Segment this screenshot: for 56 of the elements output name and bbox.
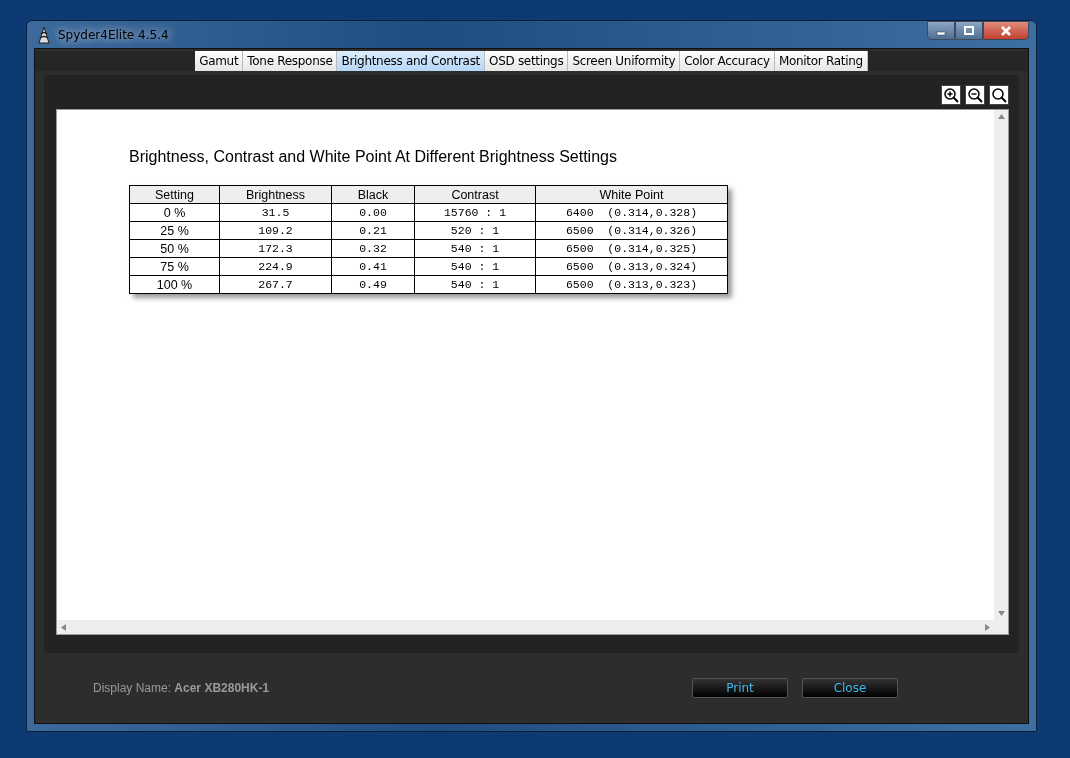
table-cell: 15760 : 1 xyxy=(414,203,536,222)
table-cell: 6500 (0.314,0.325) xyxy=(535,239,728,258)
zoom-fit-button[interactable] xyxy=(989,85,1009,105)
zoom-out-button[interactable] xyxy=(965,85,985,105)
footer-button[interactable]: Print xyxy=(692,678,788,698)
column-header: White Point xyxy=(535,185,728,204)
display-name-label: Display Name: Acer XB280HK-1 xyxy=(93,681,270,695)
column-header: Setting xyxy=(129,185,220,204)
table-cell: 224.9 xyxy=(219,257,332,276)
table-cell: 267.7 xyxy=(219,275,332,294)
column-header: Contrast xyxy=(414,185,536,204)
vertical-scrollbar[interactable] xyxy=(994,110,1008,620)
table-cell: 172.3 xyxy=(219,239,332,258)
table-cell: 0.32 xyxy=(331,239,415,258)
tab[interactable]: Color Accuracy xyxy=(680,51,775,71)
table-cell: 31.5 xyxy=(219,203,332,222)
table-cell: 520 : 1 xyxy=(414,221,536,240)
close-icon xyxy=(999,25,1013,36)
tab[interactable]: Monitor Rating xyxy=(774,51,868,71)
table-cell: 25 % xyxy=(129,221,220,240)
report-title: Brightness, Contrast and White Point At Different Brightness Settings xyxy=(129,148,618,166)
table-cell: 6500 (0.313,0.323) xyxy=(535,275,728,294)
tab[interactable]: Tone Response xyxy=(243,51,338,71)
scroll-right-icon[interactable] xyxy=(985,623,990,631)
maximize-icon xyxy=(963,25,975,36)
table-cell: 0.00 xyxy=(331,203,415,222)
maximize-button[interactable] xyxy=(955,21,983,40)
window-title: Spyder4Elite 4.5.4 xyxy=(58,27,169,42)
table-cell: 0 % xyxy=(129,203,220,222)
scroll-left-icon[interactable] xyxy=(61,623,66,631)
tab[interactable]: Brightness and Contrast xyxy=(337,51,485,71)
table-cell: 540 : 1 xyxy=(414,239,536,258)
table-cell: 6500 (0.314,0.326) xyxy=(535,221,728,240)
zoom-in-button[interactable] xyxy=(941,85,961,105)
scroll-up-icon[interactable] xyxy=(997,114,1005,119)
table-cell: 50 % xyxy=(129,239,220,258)
column-header: Brightness xyxy=(219,185,332,204)
table-cell: 540 : 1 xyxy=(414,257,536,276)
table-cell: 0.41 xyxy=(331,257,415,276)
scroll-down-icon[interactable] xyxy=(997,611,1005,616)
table-cell: 540 : 1 xyxy=(414,275,536,294)
table-cell: 0.21 xyxy=(331,221,415,240)
table-cell: 109.2 xyxy=(219,221,332,240)
tab[interactable]: Gamut xyxy=(195,51,244,71)
horizontal-scrollbar[interactable] xyxy=(57,620,1008,634)
table-cell: 0.49 xyxy=(331,275,415,294)
table-cell: 100 % xyxy=(129,275,220,294)
minimize-button[interactable] xyxy=(927,21,955,40)
column-header: Black xyxy=(331,185,415,204)
table-cell: 6400 (0.314,0.328) xyxy=(535,203,728,222)
footer-button[interactable]: Close xyxy=(802,678,898,698)
tab[interactable]: Screen Uniformity xyxy=(568,51,681,71)
tab[interactable]: OSD settings xyxy=(485,51,569,71)
table-cell: 75 % xyxy=(129,257,220,276)
close-button[interactable] xyxy=(983,21,1029,40)
table-cell: 6500 (0.313,0.324) xyxy=(535,257,728,276)
